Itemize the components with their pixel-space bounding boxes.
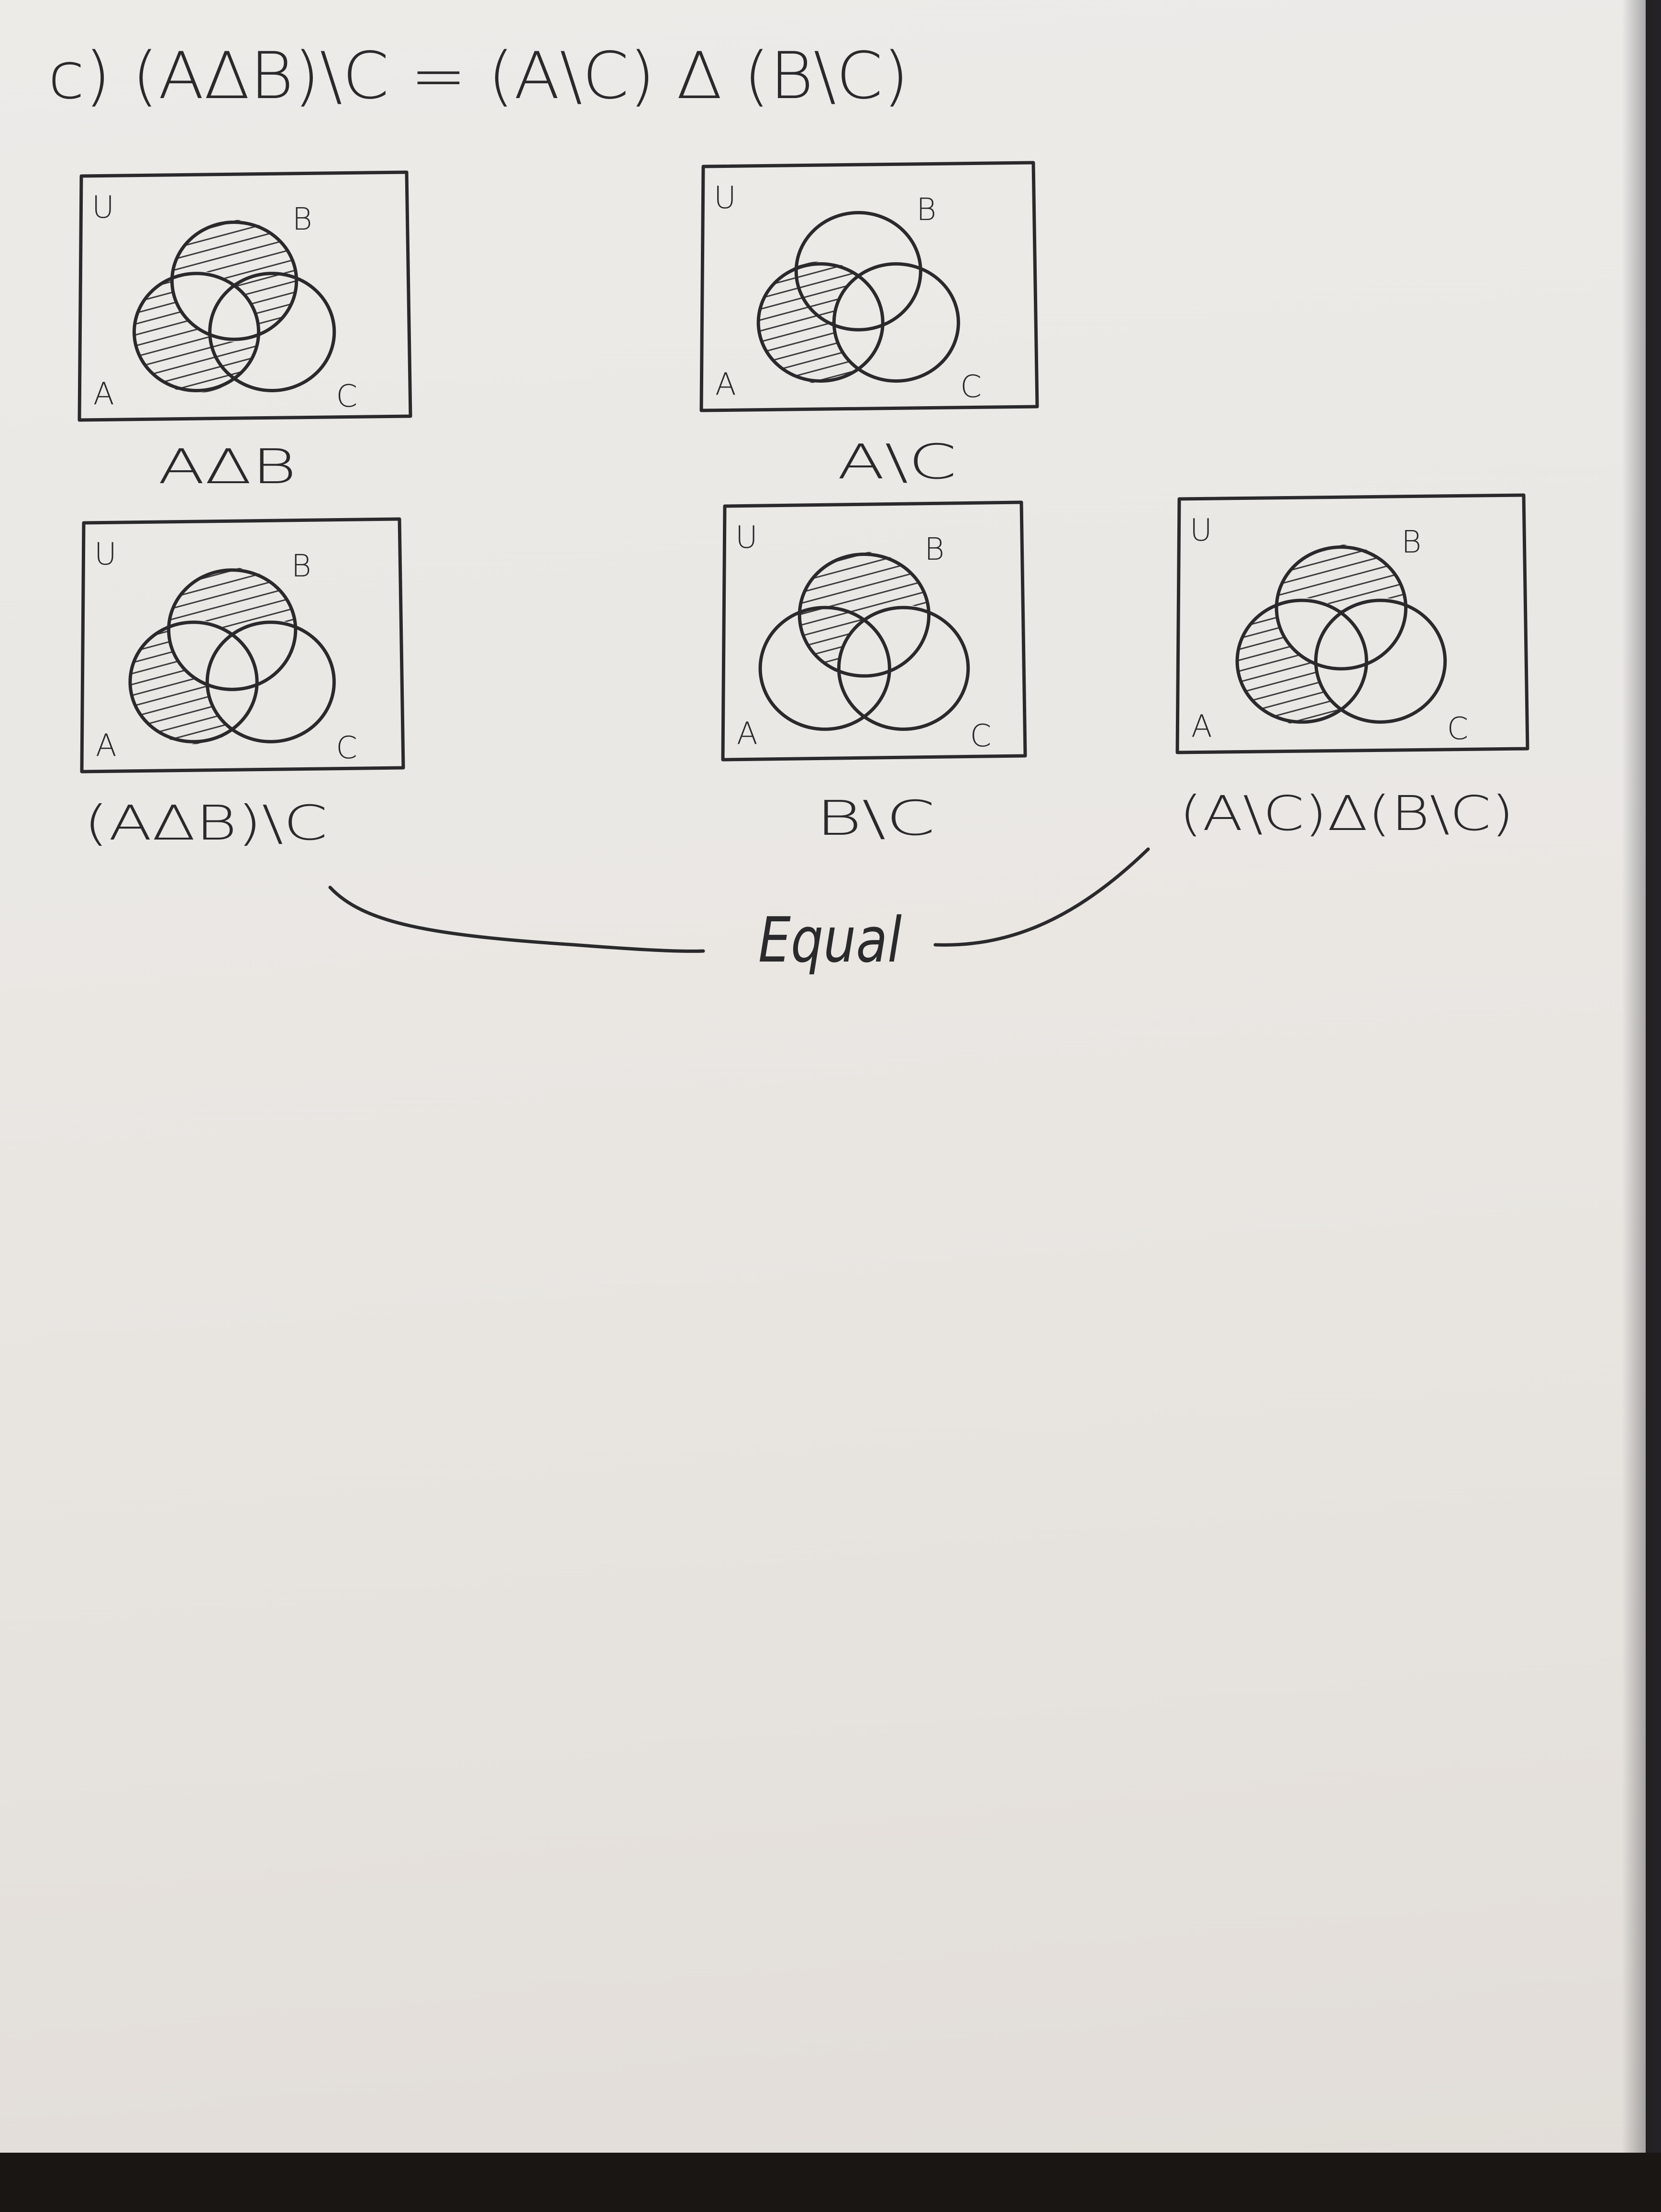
- universe-label: U: [714, 180, 736, 216]
- universe-label: U: [1190, 513, 1212, 548]
- set-c-label: C: [336, 379, 358, 414]
- set-b-label: B: [1401, 525, 1421, 560]
- set-a-label: A: [1191, 709, 1212, 744]
- universe-label: U: [94, 537, 117, 572]
- set-a-label: A: [715, 367, 736, 402]
- set-c-label: C: [336, 730, 357, 766]
- set-a-label: A: [737, 716, 758, 752]
- set-b-label: B: [291, 549, 311, 584]
- venn-diagrams: U BA CAΔBU BA CA\CU BA C(AΔB)\CU BA CB\CU BA C(A\C…: [78, 161, 1529, 851]
- venn-b-minus-c: U B A C B\C: [721, 500, 1027, 846]
- set-b-label: B: [292, 202, 312, 237]
- venn-a-minus-c: U B A CA\C: [699, 161, 1039, 490]
- venn-a-sym-diff-b: U B A C AΔB: [78, 170, 412, 495]
- set-c-label: C: [970, 719, 992, 754]
- venn-a-minus-c-sym-diff-b-minus-c: U B A C (A\C)Δ(B\C): [1175, 493, 1529, 841]
- set-b-label: B: [924, 532, 944, 567]
- connector-left-curve: [328, 885, 705, 953]
- set-c-label: C: [960, 369, 982, 405]
- set-c-label: C: [1447, 711, 1469, 747]
- set-b-label: B: [916, 192, 936, 228]
- diagram-caption: AΔB: [158, 439, 297, 495]
- venn-a-sym-diff-b-minus-c: U B A C(AΔB)\C: [80, 517, 405, 851]
- universe-label: U: [735, 520, 758, 555]
- connector-right-curve: [933, 847, 1150, 947]
- diagram-caption: (A\C)Δ(B\C): [1179, 785, 1514, 841]
- diagram-caption: B\C: [816, 790, 935, 846]
- set-a-label: A: [93, 376, 114, 412]
- worksheet-drawing: c) (AΔB)\C = (A\C) Δ (B\C) U BA CAΔBU BA CA\…: [48, 38, 1529, 976]
- equation-title: c) (AΔB)\C = (A\C) Δ (B\C): [48, 38, 909, 113]
- set-a-label: A: [96, 728, 117, 763]
- diagram-caption: (AΔB)\C: [84, 795, 328, 851]
- diagram-caption: A\C: [837, 434, 957, 490]
- universe-label: U: [92, 190, 114, 225]
- conclusion-label: Equal: [758, 904, 902, 976]
